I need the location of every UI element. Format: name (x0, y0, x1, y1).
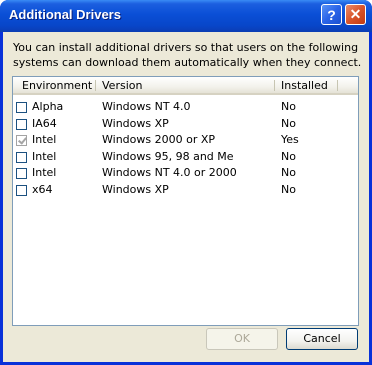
version-cell: Windows 2000 or XP (102, 133, 216, 146)
help-icon: ? (327, 6, 336, 23)
title-bar[interactable]: Additional Drivers ? ✕ (0, 0, 372, 32)
table-row[interactable]: Alpha Windows NT 4.0 No (13, 99, 358, 116)
ok-button[interactable]: OK (206, 328, 278, 350)
installed-cell: Yes (281, 133, 299, 146)
installed-cell: No (281, 116, 296, 130)
environment-cell: IA64 (32, 116, 57, 130)
column-divider[interactable] (274, 80, 275, 91)
checkbox[interactable] (16, 102, 27, 113)
column-divider[interactable] (95, 80, 96, 91)
checkbox[interactable] (16, 168, 27, 179)
environment-cell: Alpha (32, 100, 64, 113)
environment-cell: x64 (32, 182, 53, 196)
column-header-version[interactable]: Version (97, 77, 142, 94)
help-button[interactable]: ? (321, 4, 342, 25)
table-row[interactable]: Intel Windows 2000 or XP Yes (13, 132, 358, 149)
table-row[interactable]: IA64 Windows XP No (13, 116, 358, 133)
installed-cell: No (281, 100, 296, 113)
environment-cell: Intel (32, 149, 57, 163)
checked-checkbox[interactable] (16, 135, 27, 146)
installed-cell: No (281, 166, 296, 179)
window-title: Additional Drivers (9, 7, 121, 22)
version-cell: Windows XP (102, 116, 169, 130)
description-text: You can install additional drivers so th… (13, 41, 362, 69)
checkbox[interactable] (16, 184, 27, 196)
additional-drivers-dialog: Additional Drivers ? ✕ You can install a… (0, 0, 372, 365)
installed-cell: No (281, 149, 296, 163)
version-cell: Windows NT 4.0 or 2000 (102, 166, 237, 179)
checkbox[interactable] (16, 151, 27, 163)
environment-cell: Intel (32, 166, 57, 179)
list-header: Environment Version Installed (13, 77, 358, 95)
table-row[interactable]: Intel Windows NT 4.0 or 2000 No (13, 165, 358, 182)
table-row[interactable]: x64 Windows XP No (13, 182, 358, 199)
column-header-environment[interactable]: Environment (17, 77, 92, 94)
cancel-button[interactable]: Cancel (286, 328, 358, 350)
environment-cell: Intel (32, 133, 57, 146)
table-row[interactable]: Intel Windows 95, 98 and Me No (13, 149, 358, 166)
close-button[interactable]: ✕ (345, 4, 366, 25)
close-icon: ✕ (349, 6, 362, 22)
version-cell: Windows NT 4.0 (102, 100, 191, 113)
checkbox[interactable] (16, 118, 27, 130)
drivers-list[interactable]: Environment Version Installed Alpha Windo… (12, 76, 359, 326)
version-cell: Windows 95, 98 and Me (102, 149, 234, 163)
column-header-installed[interactable]: Installed (276, 77, 328, 94)
installed-cell: No (281, 182, 296, 196)
dialog-body: You can install additional drivers so th… (3, 32, 369, 362)
column-divider[interactable] (337, 80, 338, 91)
version-cell: Windows XP (102, 182, 169, 196)
